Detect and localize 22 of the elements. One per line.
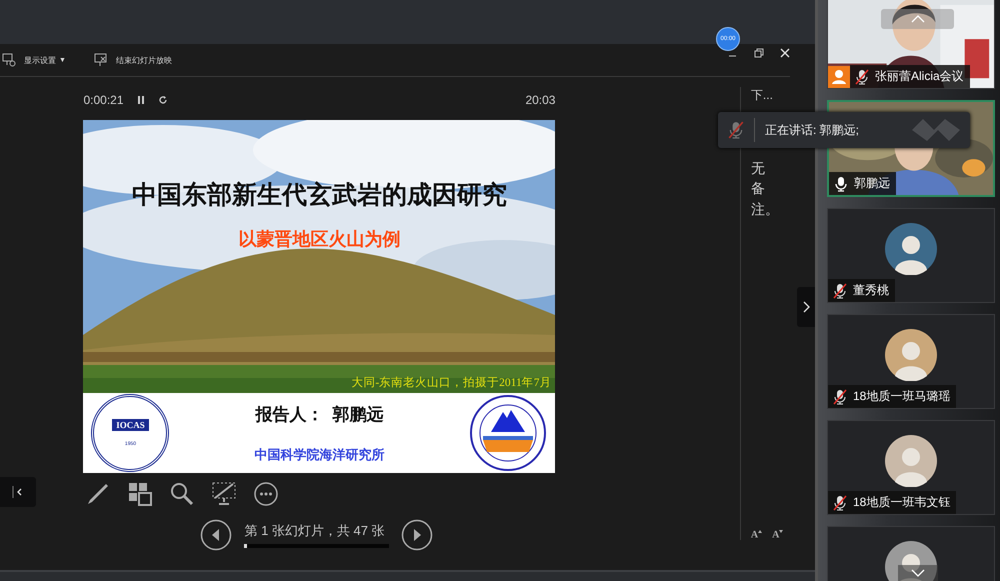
presenter-name: 报告人： 郭鹏远: [255, 404, 384, 426]
slide-counter: 第 1 张幻灯片，共 47 张: [244, 522, 386, 540]
participant-tile[interactable]: 18地质一班韦文钰: [827, 420, 995, 515]
participant-name: 18地质一班韦文钰: [853, 494, 950, 511]
end-slideshow-button[interactable]: 结束幻灯片放映: [94, 53, 172, 67]
participant-name: 张丽蕾Alicia会议: [875, 68, 964, 85]
decrease-font-button[interactable]: A: [772, 528, 784, 540]
participant-tile[interactable]: 18地质一班马璐瑶: [827, 314, 995, 409]
institute-name: 中国科学院海洋研究所: [254, 446, 384, 464]
slide-title: 中国东部新生代玄武岩的成因研究: [132, 180, 507, 211]
elapsed-time: 0:00:21: [83, 93, 124, 107]
next-slide-label: 下...: [750, 87, 774, 104]
notes-text: 无备注。: [750, 159, 768, 219]
participant-name: 18地质一班马璐瑶: [853, 388, 950, 405]
photo-caption: 大同-东南老火山口，拍摄于2011年7月: [351, 376, 552, 390]
participant-tile[interactable]: 董秀桃: [827, 208, 995, 303]
participant-tile[interactable]: 张丽蕾Alicia会议: [827, 0, 995, 89]
increase-font-button[interactable]: A: [750, 528, 762, 540]
slide-subtitle: 以蒙晋地区火山为例: [238, 228, 400, 251]
clock-time: 20:03: [525, 93, 556, 107]
participant-name: 董秀桃: [853, 282, 889, 299]
participant-name: 郭鹏远: [854, 175, 890, 192]
